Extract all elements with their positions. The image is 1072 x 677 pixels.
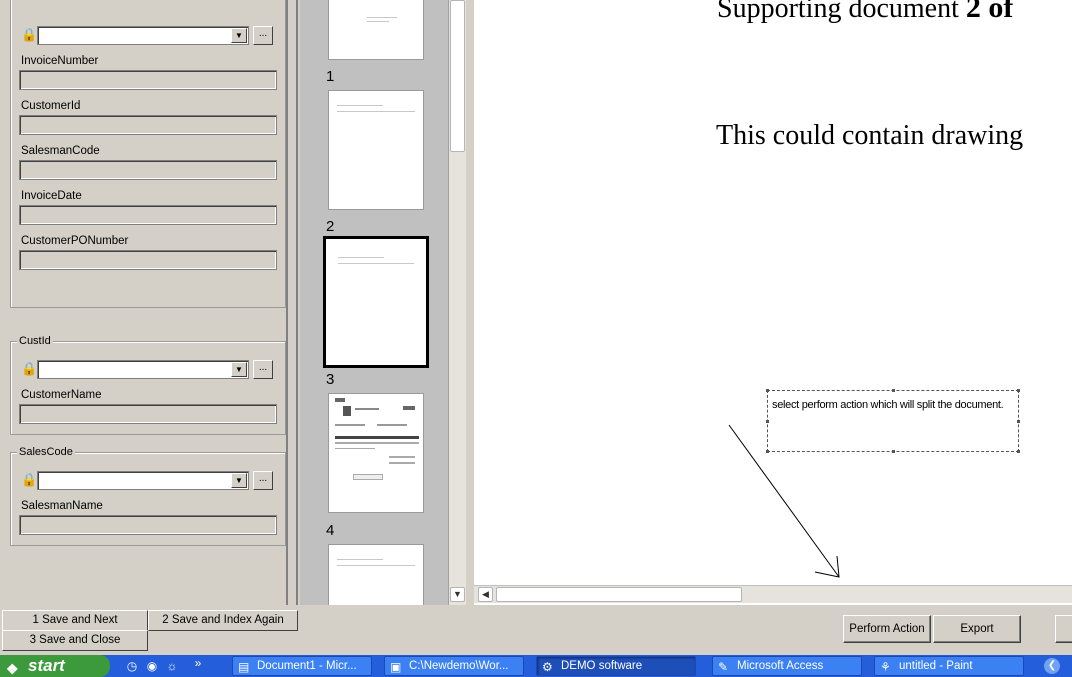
salesmanname-field[interactable] [19, 515, 277, 535]
page-thumbnail-3[interactable] [328, 393, 424, 513]
invoice-group: 🔒 ▼ ... InvoiceNumber CustomerId Salesma… [10, 0, 286, 308]
folder-icon: ▣ [390, 660, 402, 674]
field-label-invoicenumber: InvoiceNumber [21, 55, 99, 67]
overflow-chevron-icon[interactable]: » [190, 655, 206, 671]
index-panel: 🔒 ▼ ... InvoiceNumber CustomerId Salesma… [0, 0, 286, 605]
chevron-down-icon[interactable]: ▼ [231, 28, 247, 43]
page-thumbnail-4[interactable] [328, 544, 424, 605]
resize-handle[interactable] [766, 420, 769, 423]
page-thumbnail-2-selected[interactable] [323, 236, 429, 368]
invoicedate-field[interactable] [19, 205, 277, 225]
document-viewer: Supporting document 2 of This could cont… [466, 0, 1072, 605]
taskbar-item-access[interactable]: ✎ Microsoft Access [712, 656, 862, 676]
app-launcher-icon[interactable]: ◉ [144, 658, 160, 674]
custid-group-title: CustId [17, 335, 53, 348]
custid-browse-button[interactable]: ... [253, 360, 273, 379]
field-label-salesmancode: SalesmanCode [21, 145, 100, 157]
word-icon: ▤ [238, 660, 250, 674]
access-icon: ✎ [718, 660, 729, 674]
thumbnail-number: 1 [326, 68, 335, 85]
invoice-combo[interactable]: ▼ [37, 26, 249, 45]
lock-icon[interactable]: 🔒 [21, 361, 37, 376]
scroll-left-icon[interactable]: ◀ [478, 587, 493, 602]
text-annotation-box[interactable]: select perform action which will split t… [766, 389, 1020, 453]
field-label-customername: CustomerName [21, 389, 102, 401]
app-gear-icon: ⚙ [542, 660, 553, 674]
custid-group: CustId 🔒 ▼ ... CustomerName [10, 335, 286, 435]
viewer-horizontal-scrollbar[interactable]: ◀ [474, 585, 1072, 603]
custid-combo[interactable]: ▼ [37, 360, 249, 379]
thumbnail-number: 3 [326, 371, 335, 388]
taskbar-item-label: Document1 - Micr... [257, 660, 357, 672]
page-thumbnail-1[interactable] [328, 90, 424, 210]
salescode-browse-button[interactable]: ... [253, 471, 273, 490]
save-and-next-button[interactable]: 1 Save and Next [2, 610, 148, 631]
taskbar-item-paint[interactable]: ⚘ untitled - Paint [874, 656, 1024, 676]
field-label-customerponumber: CustomerPONumber [21, 235, 129, 247]
save-and-index-again-button[interactable]: 2 Save and Index Again [148, 610, 298, 631]
panel-splitter[interactable] [286, 0, 298, 605]
salescode-group-title: SalesCode [17, 446, 75, 459]
toolbar-button-partial[interactable] [1055, 615, 1072, 643]
taskbar-item-demo-software[interactable]: ⚙ DEMO software [536, 656, 696, 676]
windows-flag-icon: ❖ [6, 661, 19, 677]
field-label-customerid: CustomerId [21, 100, 81, 112]
resize-handle[interactable] [1017, 450, 1020, 453]
resize-handle[interactable] [766, 450, 769, 453]
browser-icon[interactable]: ☼ [164, 658, 180, 674]
arrow-annotation [728, 424, 840, 578]
export-button[interactable]: Export [933, 615, 1021, 643]
lock-icon[interactable]: 🔒 [21, 27, 37, 42]
salescode-combo[interactable]: ▼ [37, 471, 249, 490]
start-button[interactable]: ❖ start [0, 655, 110, 677]
taskbar-item-label: C:\Newdemo\Wor... [409, 660, 509, 672]
resize-handle[interactable] [1017, 389, 1020, 392]
page-thumbnail-0[interactable] [328, 0, 424, 60]
invoicenumber-field[interactable] [19, 70, 277, 90]
annotation-text: select perform action which will split t… [772, 399, 1004, 411]
perform-action-button[interactable]: Perform Action [843, 615, 931, 643]
customername-field[interactable] [19, 404, 277, 424]
scrollbar-thumb[interactable] [450, 0, 465, 152]
salescode-group: SalesCode 🔒 ▼ ... SalesmanName [10, 446, 286, 546]
chevron-down-icon[interactable]: ▼ [231, 473, 247, 488]
invoice-browse-button[interactable]: ... [253, 26, 273, 45]
clock-icon[interactable]: ◷ [124, 658, 140, 674]
customerid-field[interactable] [19, 115, 277, 135]
thumbnail-strip: 1 2 3 4 [300, 0, 448, 605]
thumbnail-scrollbar[interactable]: ▼ [448, 0, 466, 605]
thumbnail-number: 4 [326, 522, 335, 539]
scrollbar-thumb[interactable] [496, 587, 742, 602]
thumbnail-number: 2 [326, 218, 335, 235]
windows-taskbar: ❖ start ◷ ◉ ☼ » ▤ Document1 - Micr... ▣ C:… [0, 655, 1072, 677]
customerponumber-field[interactable] [19, 250, 277, 270]
lock-icon[interactable]: 🔒 [21, 472, 37, 487]
resize-handle[interactable] [892, 450, 895, 453]
resize-handle[interactable] [892, 389, 895, 392]
save-and-close-button[interactable]: 3 Save and Close [2, 630, 148, 651]
paint-icon: ⚘ [880, 660, 891, 674]
field-label-salesmanname: SalesmanName [21, 500, 103, 512]
salesmancode-field[interactable] [19, 160, 277, 180]
resize-handle[interactable] [1017, 420, 1020, 423]
taskbar-item-label: untitled - Paint [899, 660, 973, 672]
taskbar-item-explorer[interactable]: ▣ C:\Newdemo\Wor... [384, 656, 524, 676]
scroll-down-icon[interactable]: ▼ [450, 587, 465, 602]
salescode-lookup-row: 🔒 ▼ ... [19, 470, 277, 490]
chevron-down-icon[interactable]: ▼ [231, 362, 247, 377]
taskbar-item-label: DEMO software [561, 660, 643, 672]
custid-lookup-row: 🔒 ▼ ... [19, 359, 277, 379]
taskbar-item-document1[interactable]: ▤ Document1 - Micr... [232, 656, 372, 676]
invoice-lookup-row: 🔒 ▼ ... [19, 25, 277, 45]
taskbar-item-label: Microsoft Access [737, 660, 824, 672]
start-label: start [28, 656, 65, 675]
field-label-invoicedate: InvoiceDate [21, 190, 82, 202]
resize-handle[interactable] [766, 389, 769, 392]
tray-expand-icon[interactable]: ❮ [1044, 658, 1060, 674]
